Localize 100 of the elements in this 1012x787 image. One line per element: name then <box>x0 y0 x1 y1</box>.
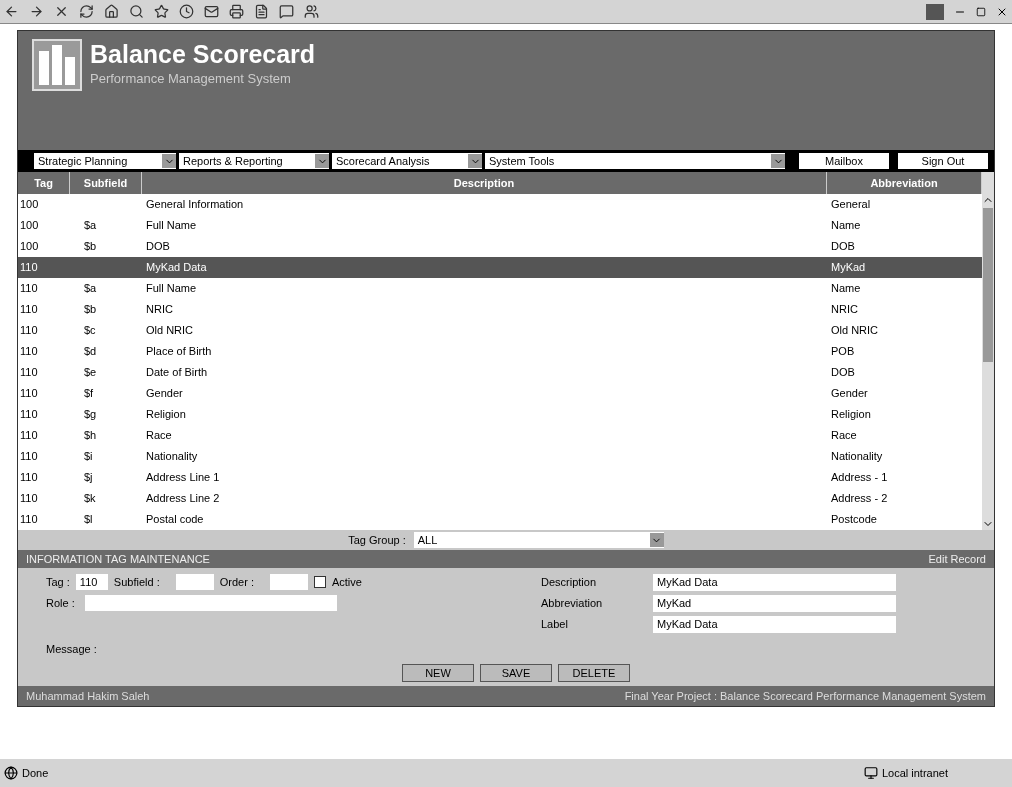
table-cell-text: Old NRIC <box>145 323 195 339</box>
form-button[interactable]: NEW <box>402 663 474 682</box>
table-cell-text: 110 <box>19 491 39 507</box>
subfield-label: Subfield : <box>113 575 160 590</box>
table-cell-text: 110 <box>19 407 39 423</box>
clock-icon[interactable] <box>179 4 194 19</box>
table-cell-text: Nationality <box>145 449 199 465</box>
logo-icon <box>32 39 82 91</box>
table-cell-text: $b <box>83 302 98 318</box>
subfield-field[interactable] <box>175 574 214 591</box>
table-cell-text: $b <box>83 239 98 255</box>
footer-author: Muhammad Hakim Saleh <box>26 688 150 704</box>
table-cell-text: 110 <box>19 449 39 465</box>
app-title: Balance Scorecard <box>90 39 316 69</box>
footer-project: Final Year Project : Balance Scorecard Performance Management System <box>624 688 986 704</box>
home-icon[interactable] <box>104 4 119 19</box>
table-cell-text: $d <box>83 344 98 360</box>
printer-icon[interactable] <box>229 4 244 19</box>
table-cell-text: $f <box>83 386 95 402</box>
table-cell-text: NRIC <box>830 302 859 318</box>
field-label: Abbreviation <box>541 596 604 612</box>
table-cell-text: Date of Birth <box>145 365 209 381</box>
star-icon[interactable] <box>154 4 169 19</box>
header-button[interactable]: Sign Out <box>898 153 988 169</box>
scrollbar[interactable] <box>982 172 994 530</box>
table-cell-text: 110 <box>19 470 39 486</box>
table-cell-text: $a <box>83 218 98 234</box>
table-cell-text: 110 <box>19 260 39 276</box>
table-cell-text: Place of Birth <box>145 344 213 360</box>
menu-dropdown[interactable]: System Tools <box>485 153 785 169</box>
scrollbar-thumb[interactable] <box>983 208 993 362</box>
menu-dropdown[interactable]: Reports & Reporting <box>179 153 329 169</box>
table-cell-text: Gender <box>145 386 184 402</box>
header-button[interactable]: Mailbox <box>799 153 889 169</box>
table-cell-text: MyKad Data <box>145 260 208 276</box>
table-cell-text: 110 <box>19 386 39 402</box>
restore-icon[interactable] <box>976 6 986 17</box>
table-cell-text: $l <box>83 512 94 528</box>
active-label: Active <box>331 575 362 590</box>
text-field[interactable]: MyKad <box>653 595 896 612</box>
zone-text: Local intranet <box>881 765 948 781</box>
table-cell-text: Religion <box>830 407 872 423</box>
tag-field[interactable]: 110 <box>75 574 108 591</box>
table-row[interactable]: 110 MyKad Data MyKad <box>18 257 982 278</box>
search-icon[interactable] <box>129 4 144 19</box>
table-cell-text: $k <box>83 491 97 507</box>
mail-icon[interactable] <box>204 4 219 19</box>
order-field[interactable] <box>269 574 308 591</box>
menu-dropdown[interactable]: Strategic Planning <box>34 153 176 169</box>
text-field[interactable]: MyKad Data <box>653 574 896 591</box>
table-cell-text: Address - 1 <box>830 470 889 486</box>
table-cell-text: General <box>830 197 872 213</box>
table-cell-text: Address - 2 <box>830 491 889 507</box>
back-icon[interactable] <box>4 4 19 19</box>
edit-mode-label: Edit Record <box>928 551 986 567</box>
table-cell-text: Race <box>145 428 173 444</box>
table-cell-text: Address Line 2 <box>145 491 221 507</box>
people-icon[interactable] <box>304 4 319 19</box>
table-cell-text: Full Name <box>145 281 198 297</box>
form-button[interactable]: SAVE <box>480 663 552 682</box>
forward-icon[interactable] <box>29 4 44 19</box>
table-cell-text: Name <box>830 218 862 234</box>
table-cell-text: 110 <box>19 512 39 528</box>
table-cell-text: Postal code <box>145 512 205 528</box>
active-checkbox[interactable] <box>313 576 326 589</box>
app-subtitle: Performance Management System <box>90 70 292 88</box>
table-cell-text: $j <box>83 470 94 486</box>
stop-icon[interactable] <box>54 4 69 19</box>
page-icon <box>4 766 18 780</box>
table-cell-text: 110 <box>19 365 39 381</box>
intranet-icon <box>863 766 878 780</box>
table-cell-text: DOB <box>830 239 856 255</box>
table-cell-text: 100 <box>19 239 40 255</box>
tag-group-select[interactable]: ALL <box>413 532 664 548</box>
chat-icon[interactable] <box>279 4 294 19</box>
table-cell-text: Name <box>830 281 862 297</box>
text-field[interactable]: MyKad Data <box>653 616 896 633</box>
table-cell-text: Full Name <box>145 218 198 234</box>
table-cell-text: $g <box>83 407 98 423</box>
table-cell-text: General Information <box>145 197 245 213</box>
table-cell-text: 110 <box>19 302 39 318</box>
field-label: Description <box>541 575 598 591</box>
refresh-icon[interactable] <box>79 4 94 19</box>
role-label: Role : <box>46 595 75 611</box>
table-cell-text: Nationality <box>830 449 884 465</box>
table-cell-text: $i <box>83 449 94 465</box>
tag-label: Tag : <box>46 575 70 590</box>
role-field[interactable] <box>84 594 337 611</box>
table-cell-text: DOB <box>830 365 856 381</box>
field-label: Label <box>541 617 569 633</box>
table-cell-text: 100 <box>19 218 40 234</box>
table-cell-text: $e <box>83 365 98 381</box>
section-title: INFORMATION TAG MAINTENANCE <box>26 551 210 567</box>
table-cell-text: Address Line 1 <box>145 470 221 486</box>
document-icon[interactable] <box>254 4 269 19</box>
table-cell-text: $a <box>83 281 98 297</box>
table-cell-text: $h <box>83 428 98 444</box>
menu-dropdown[interactable]: Scorecard Analysis <box>332 153 482 169</box>
table-cell-text: Race <box>830 428 858 444</box>
form-button[interactable]: DELETE <box>558 663 630 682</box>
